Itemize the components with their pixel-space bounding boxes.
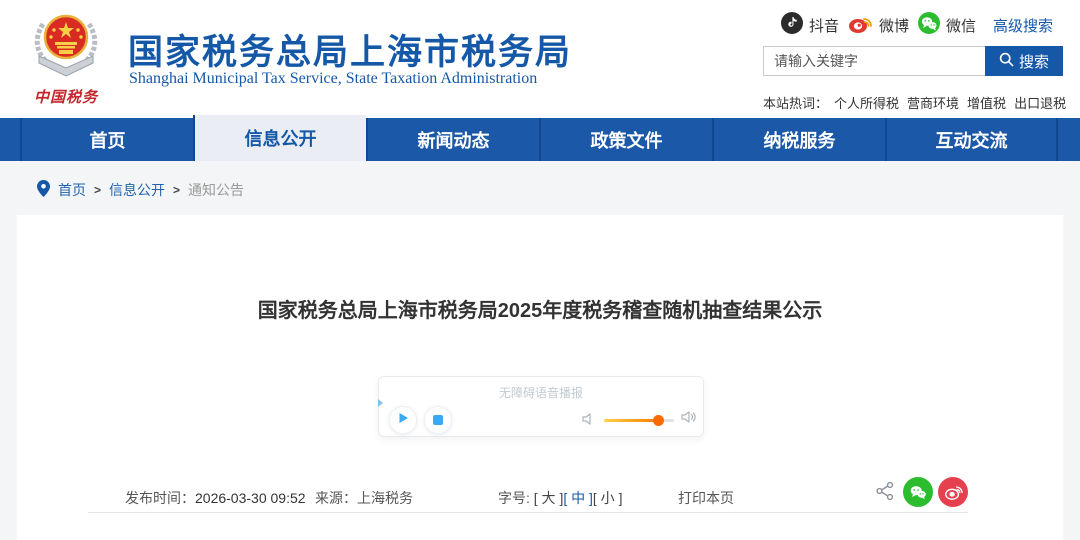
nav-item-tax-service[interactable]: 纳税服务: [712, 118, 885, 161]
hot-words-label: 本站热词：: [763, 96, 829, 111]
hot-word[interactable]: 个人所得税: [834, 93, 899, 112]
emblem-caption: 中国税务: [33, 89, 98, 106]
stop-button[interactable]: [424, 406, 452, 434]
article-card: 国家税务总局上海市税务局2025年度税务稽查随机抽查结果公示 无障碍语音播报 发…: [17, 215, 1063, 540]
hot-word[interactable]: 增值税: [967, 93, 1006, 112]
douyin-icon: [780, 12, 803, 38]
wechat-icon: [917, 12, 940, 38]
volume-slider-handle[interactable]: [653, 415, 664, 426]
nav-item-home[interactable]: 首页: [20, 118, 193, 161]
search-button-label: 搜索: [1018, 53, 1049, 71]
nav-item-news[interactable]: 新闻动态: [366, 118, 539, 161]
font-size-control: 字号: [ 大 ][ 中 ][ 小 ]: [498, 488, 622, 508]
topbar: 抖音 微博 微信 高级搜索: [780, 12, 1053, 38]
volume-slider[interactable]: [604, 415, 674, 426]
font-size-small-button[interactable]: [ 小 ]: [593, 490, 623, 506]
font-size-medium-button[interactable]: [ 中 ]: [563, 490, 593, 506]
douyin-label: 抖音: [808, 17, 839, 35]
source-label: 来源：: [315, 490, 357, 506]
audio-player-label: 无障碍语音播报: [498, 386, 583, 400]
breadcrumb-separator: >: [94, 183, 102, 197]
page: 中国税务 国家税务总局上海市税务局 Shanghai Municipal Tax…: [0, 0, 1080, 540]
breadcrumb-current: 通知公告: [188, 182, 245, 198]
search-row: 搜索: [763, 46, 1063, 76]
nav-item-info-disclosure[interactable]: 信息公开: [193, 115, 366, 161]
font-size-large-button[interactable]: [ 大 ]: [534, 490, 564, 506]
weibo-label: 微博: [878, 17, 909, 35]
site-title: 国家税务总局上海市税务局: [128, 33, 573, 72]
search-icon: [999, 52, 1014, 71]
breadcrumb-home[interactable]: 首页: [58, 180, 86, 200]
breadcrumb-bar: 首页 > 信息公开 > 通知公告: [0, 161, 1080, 215]
site-subtitle: Shanghai Municipal Tax Service, State Ta…: [129, 70, 538, 87]
search-input[interactable]: [763, 46, 985, 76]
publish-time-label: 发布时间：: [125, 490, 195, 506]
volume-low-icon: [582, 412, 594, 430]
font-size-label: 字号:: [498, 490, 534, 506]
publish-time: 发布时间：2026-03-30 09:52: [125, 488, 306, 508]
location-pin-icon: [37, 180, 50, 200]
share-wechat-button[interactable]: [903, 477, 933, 507]
article-meta-row: 发布时间：2026-03-30 09:52 来源：上海税务 字号: [ 大 ][…: [88, 477, 968, 513]
weibo-link[interactable]: 微博: [848, 12, 909, 38]
stop-icon: [433, 415, 443, 425]
print-page-button[interactable]: 打印本页: [678, 488, 734, 508]
advanced-search-link[interactable]: 高级搜索: [993, 15, 1053, 36]
play-icon: [397, 411, 409, 429]
weibo-icon: [848, 12, 873, 38]
volume-high-icon: [681, 410, 697, 429]
source: 来源：上海税务: [315, 488, 413, 508]
main-nav: 首页 信息公开 新闻动态 政策文件 纳税服务 互动交流: [0, 115, 1080, 161]
breadcrumb: 首页 > 信息公开 > 通知公告: [37, 180, 244, 200]
audio-player: 无障碍语音播报: [378, 376, 704, 437]
hot-words: 本站热词： 个人所得税 营商环境 增值税 出口退税: [763, 93, 1073, 112]
hot-word[interactable]: 出口退税: [1014, 93, 1066, 112]
wechat-link[interactable]: 微信: [917, 12, 976, 38]
douyin-link[interactable]: 抖音: [780, 12, 839, 38]
source-value: 上海税务: [357, 490, 413, 506]
share-icon[interactable]: [875, 481, 895, 504]
breadcrumb-info-disclosure[interactable]: 信息公开: [109, 180, 165, 200]
article-title: 国家税务总局上海市税务局2025年度税务稽查随机抽查结果公示: [257, 300, 823, 322]
search-button[interactable]: 搜索: [985, 46, 1063, 76]
site-logo: 中国税务: [22, 10, 110, 107]
publish-time-value: 2026-03-30 09:52: [195, 490, 306, 506]
share-icons: [875, 477, 968, 507]
site-header: 中国税务 国家税务总局上海市税务局 Shanghai Municipal Tax…: [0, 0, 1080, 118]
wechat-label: 微信: [945, 17, 976, 35]
tax-emblem-icon: [31, 14, 101, 84]
hot-word[interactable]: 营商环境: [907, 93, 959, 112]
breadcrumb-separator: >: [173, 183, 181, 197]
main-nav-items: 首页 信息公开 新闻动态 政策文件 纳税服务 互动交流: [20, 115, 1058, 161]
player-handle-icon: [378, 399, 383, 407]
share-weibo-button[interactable]: [938, 477, 968, 507]
nav-item-policy[interactable]: 政策文件: [539, 118, 712, 161]
nav-item-interaction[interactable]: 互动交流: [885, 118, 1058, 161]
play-button[interactable]: [389, 406, 417, 434]
